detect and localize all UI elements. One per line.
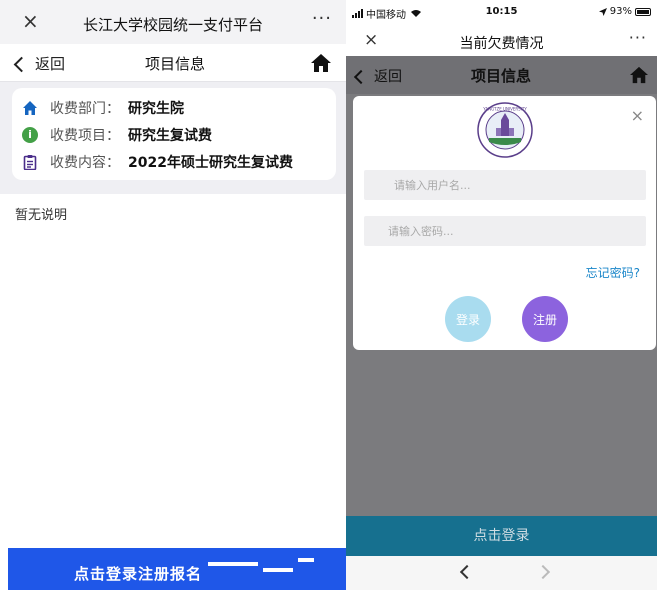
- info-value: 2022年硕士研究生复试费: [128, 154, 293, 171]
- register-login-button[interactable]: 点击登录注册报名: [8, 548, 346, 590]
- back-label: 返回: [374, 69, 402, 85]
- info-key: 收费部门：: [50, 100, 120, 117]
- close-icon[interactable]: ×: [364, 30, 378, 50]
- close-icon[interactable]: ×: [22, 10, 39, 32]
- info-icon: i: [22, 126, 38, 143]
- home-icon[interactable]: [629, 66, 649, 84]
- chevron-left-icon: [353, 69, 369, 84]
- right-screen: 中国移动 10:15 93% × 当前欠费情况 ··· 返回 项目信息 × YA…: [346, 0, 657, 590]
- forgot-password-link[interactable]: 忘记密码?: [586, 264, 640, 281]
- browser-toolbar: [346, 556, 657, 590]
- status-bar: 中国移动 10:15 93%: [346, 0, 657, 26]
- login-button[interactable]: 登录: [445, 296, 491, 342]
- battery: 93%: [598, 6, 651, 17]
- glitch-artifact: [263, 568, 293, 572]
- app-title: 长江大学校园统一支付平台: [82, 16, 263, 34]
- info-key: 收费内容：: [50, 154, 120, 171]
- forward-arrow-icon[interactable]: [535, 564, 551, 580]
- glitch-artifact: [208, 562, 258, 566]
- back-label: 返回: [35, 55, 66, 73]
- info-row-item: i 收费项目： 研究生复试费: [22, 121, 326, 148]
- back-button[interactable]: 返回: [13, 53, 66, 74]
- chevron-left-icon: [13, 56, 30, 72]
- close-icon[interactable]: ×: [631, 106, 644, 125]
- password-input[interactable]: [364, 216, 646, 246]
- page-title: 项目信息: [470, 67, 531, 85]
- home-icon[interactable]: [310, 53, 332, 73]
- battery-percent: 93%: [609, 6, 632, 17]
- app-title: 当前欠费情况: [459, 36, 544, 52]
- back-button[interactable]: 返回: [353, 66, 402, 86]
- left-screen: × 长江大学校园统一支付平台 ··· 返回 项目信息 收费部门： 研究生院 i …: [0, 0, 346, 590]
- back-arrow-icon[interactable]: [459, 564, 475, 580]
- top-bar: × 当前欠费情况 ···: [346, 26, 657, 56]
- register-button[interactable]: 注册: [522, 296, 568, 342]
- glitch-artifact: [298, 558, 314, 562]
- home-icon: [23, 100, 37, 115]
- info-value: 研究生院: [128, 100, 184, 117]
- info-key: 收费项目：: [50, 127, 120, 144]
- register-login-label: 点击登录注册报名: [74, 565, 203, 583]
- more-icon[interactable]: ···: [629, 28, 647, 47]
- info-row-department: 收费部门： 研究生院: [22, 94, 326, 121]
- battery-icon: [635, 7, 651, 16]
- info-card: 收费部门： 研究生院 i 收费项目： 研究生复试费 收费内容： 2022年硕士研…: [12, 88, 336, 180]
- info-row-content: 收费内容： 2022年硕士研究生复试费: [22, 148, 326, 175]
- nav-bar: 返回 项目信息: [346, 56, 657, 94]
- description-text: 暂无说明: [15, 208, 68, 223]
- university-logo: YANGTZE UNIVERSITY: [477, 102, 533, 158]
- info-value: 研究生复试费: [128, 127, 212, 144]
- page-title: 项目信息: [144, 55, 205, 73]
- clipboard-icon: [23, 154, 37, 170]
- svg-text:YANGTZE UNIVERSITY: YANGTZE UNIVERSITY: [482, 107, 527, 112]
- login-modal: × YANGTZE UNIVERSITY 忘记密码? 登录 注册: [353, 96, 656, 350]
- nav-bar: 返回 项目信息: [0, 44, 346, 82]
- login-bottom-button[interactable]: 点击登录: [346, 516, 657, 556]
- username-input[interactable]: [364, 170, 646, 200]
- more-icon[interactable]: ···: [312, 8, 332, 29]
- location-icon: [598, 7, 607, 16]
- top-bar: × 长江大学校园统一支付平台 ···: [0, 0, 346, 44]
